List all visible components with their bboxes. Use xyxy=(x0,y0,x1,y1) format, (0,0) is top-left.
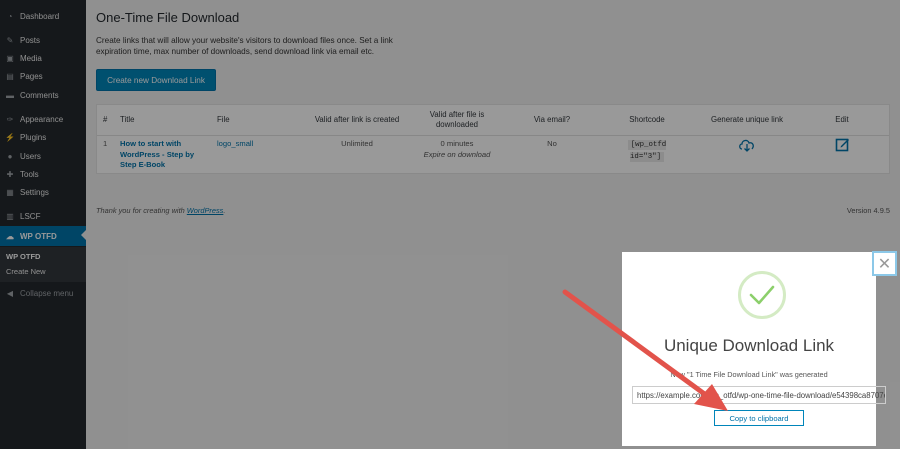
copy-to-clipboard-button[interactable]: Copy to clipboard xyxy=(714,410,804,426)
success-check-icon xyxy=(738,271,786,319)
modal-title: Unique Download Link xyxy=(663,336,835,355)
download-link-field[interactable]: https://example.com/wp_otfd/wp-one-time-… xyxy=(632,386,886,404)
unique-link-modal: Unique Download Link New "1 Time File Do… xyxy=(622,252,886,446)
close-icon: ✕ xyxy=(877,255,892,273)
modal-message: New "1 Time File Download Link" was gene… xyxy=(670,370,828,379)
modal-close-button[interactable]: ✕ xyxy=(872,251,897,276)
download-link-value: https://example.com/wp_otfd/wp-one-time-… xyxy=(637,390,886,400)
